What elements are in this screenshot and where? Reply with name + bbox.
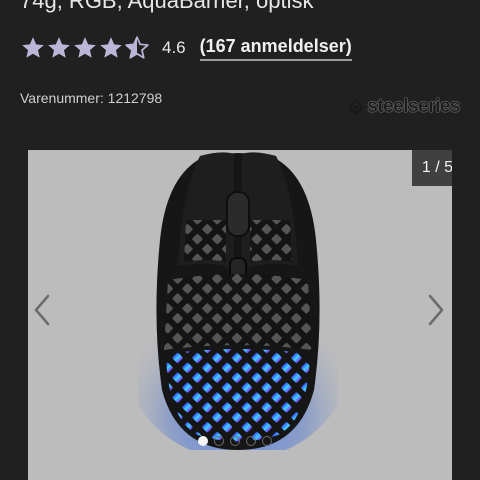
product-image xyxy=(138,152,338,450)
product-image-gallery[interactable]: 1 / 5 xyxy=(28,150,452,480)
carousel-dot[interactable] xyxy=(246,436,256,446)
star-full-icon xyxy=(46,35,72,61)
slide-counter: 1 / 5 xyxy=(412,150,452,186)
carousel-dots xyxy=(198,436,272,446)
carousel-dot[interactable] xyxy=(230,436,240,446)
chevron-left-icon[interactable] xyxy=(30,290,54,330)
star-full-icon xyxy=(72,35,98,61)
carousel-dot[interactable] xyxy=(262,436,272,446)
reviews-link[interactable]: (167 anmeldelser) xyxy=(199,36,352,61)
product-title: 74g, RGB, AquaBarrier, optisk xyxy=(20,0,314,13)
star-full-icon xyxy=(98,35,124,61)
rating-value: 4.6 xyxy=(162,38,186,57)
chevron-right-icon[interactable] xyxy=(424,290,448,330)
brand-name: steelseries xyxy=(367,96,460,117)
sku-label: Varenummer: 1212798 xyxy=(20,90,163,106)
star-full-icon xyxy=(20,35,46,61)
carousel-dot[interactable] xyxy=(214,436,224,446)
rating-row: 4.6 (167 anmeldelser) xyxy=(20,34,352,62)
carousel-dot[interactable] xyxy=(198,436,208,446)
rating-stars xyxy=(20,35,150,61)
star-half-icon xyxy=(124,35,150,61)
brand-logo[interactable]: steelseries xyxy=(347,96,460,118)
steelseries-logo-icon xyxy=(348,98,365,116)
